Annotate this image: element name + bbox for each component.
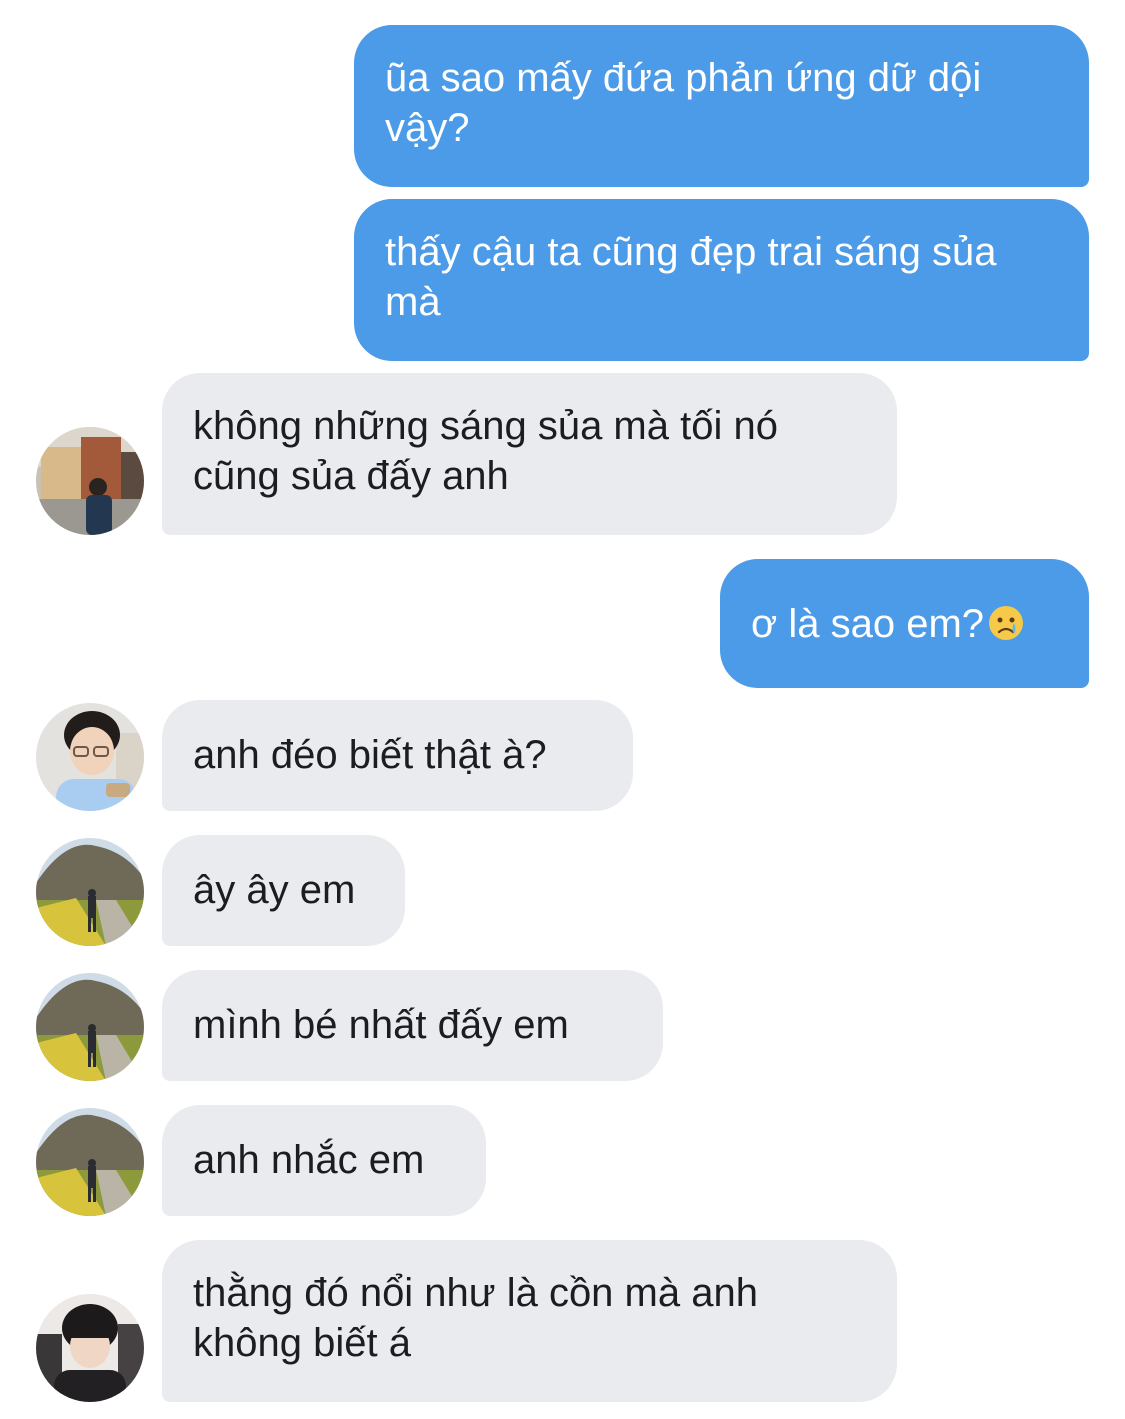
crying-face-icon [989,606,1024,640]
incoming-message-bubble[interactable]: thằng đó nổi như là cồn mà anh không biế… [162,1240,897,1402]
message-text: anh đéo biết thật à? [193,733,547,777]
message-text: ây ây em [193,868,356,912]
incoming-message-bubble[interactable]: anh nhắc em [162,1105,486,1216]
avatar-gamer-boy-icon [36,1294,144,1402]
message-text: ũa sao mấy đứa phản ứng dữ dội vậy? [385,56,982,150]
message-text: ơ là sao em? [751,602,985,646]
avatar[interactable] [36,838,144,946]
outgoing-message-bubble[interactable]: ơ là sao em? [720,559,1089,688]
message-text: mình bé nhất đấy em [193,1003,569,1047]
incoming-message-bubble[interactable]: ây ây em [162,835,405,946]
avatar-mountain-landscape-icon [36,1108,144,1216]
avatar-glasses-boy-icon [36,703,144,811]
message-text: thằng đó nổi như là cồn mà anh không biế… [193,1271,758,1365]
incoming-message-bubble[interactable]: không những sáng sủa mà tối nó cũng sủa … [162,373,897,535]
message-text: thấy cậu ta cũng đẹp trai sáng sủa mà [385,230,997,324]
message-text: anh nhắc em [193,1138,425,1182]
avatar-mountain-landscape-icon [36,838,144,946]
message-text: không những sáng sủa mà tối nó cũng sủa … [193,404,778,498]
incoming-message-bubble[interactable]: anh đéo biết thật à? [162,700,633,811]
avatar[interactable] [36,1294,144,1402]
avatar[interactable] [36,973,144,1081]
incoming-message-bubble[interactable]: mình bé nhất đấy em [162,970,663,1081]
avatar-street-photo-icon [36,427,144,535]
avatar[interactable] [36,703,144,811]
avatar[interactable] [36,427,144,535]
outgoing-message-bubble[interactable]: thấy cậu ta cũng đẹp trai sáng sủa mà [354,199,1089,361]
avatar-mountain-landscape-icon [36,973,144,1081]
outgoing-message-bubble[interactable]: ũa sao mấy đứa phản ứng dữ dội vậy? [354,25,1089,187]
avatar[interactable] [36,1108,144,1216]
